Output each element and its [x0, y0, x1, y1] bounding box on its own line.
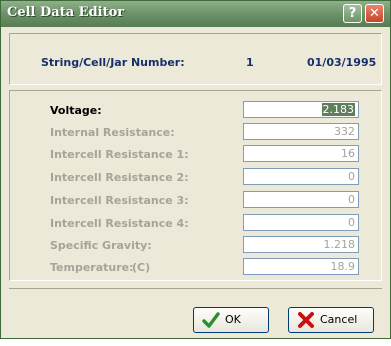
- temperature-unit: (C): [132, 261, 151, 274]
- intercell-resistance-4-label: Intercell Resistance 4:: [50, 217, 189, 230]
- temperature-field[interactable]: 18.9: [243, 258, 359, 275]
- voltage-value: 2.183: [321, 103, 355, 116]
- ok-button[interactable]: OK: [193, 307, 269, 333]
- cancel-label: Cancel: [320, 313, 358, 326]
- close-button[interactable]: ✕: [365, 4, 384, 23]
- internal-resistance-label: Internal Resistance:: [50, 126, 175, 139]
- intercell-resistance-1-label: Intercell Resistance 1:: [50, 148, 189, 161]
- cell-data-panel: Voltage: 2.183 Internal Resistance: 332 …: [9, 90, 382, 281]
- intercell-resistance-2-label: Intercell Resistance 2:: [50, 171, 189, 184]
- specific-gravity-field[interactable]: 1.218: [243, 236, 359, 253]
- intercell-resistance-4-field[interactable]: 0: [243, 214, 359, 231]
- specific-gravity-label: Specific Gravity:: [50, 239, 152, 252]
- header-group: String/Cell/Jar Number: 1 01/03/1995: [9, 33, 382, 85]
- reading-date: 01/03/1995: [307, 56, 377, 69]
- internal-resistance-field[interactable]: 332: [243, 123, 359, 140]
- cancel-button[interactable]: Cancel: [288, 307, 374, 333]
- voltage-field[interactable]: 2.183: [243, 101, 359, 118]
- window-title: Cell Data Editor: [7, 5, 125, 20]
- ok-label: OK: [225, 313, 241, 326]
- intercell-resistance-1-field[interactable]: 16: [243, 145, 359, 162]
- cell-data-editor-dialog: Cell Data Editor ? ✕ String/Cell/Jar Num…: [0, 0, 391, 339]
- cell-number: 1: [246, 56, 254, 69]
- intercell-resistance-3-field[interactable]: 0: [243, 191, 359, 208]
- help-button[interactable]: ?: [343, 4, 362, 23]
- voltage-label: Voltage:: [50, 104, 102, 117]
- intercell-resistance-3-label: Intercell Resistance 3:: [50, 194, 189, 207]
- string-cell-jar-label: String/Cell/Jar Number:: [41, 56, 185, 69]
- temperature-label: Temperature:: [50, 261, 134, 274]
- footer-divider: [9, 288, 382, 289]
- red-x-icon: [298, 312, 314, 328]
- checkmark-icon: [202, 312, 220, 328]
- title-bar[interactable]: Cell Data Editor ? ✕: [1, 1, 390, 27]
- intercell-resistance-2-field[interactable]: 0: [243, 168, 359, 185]
